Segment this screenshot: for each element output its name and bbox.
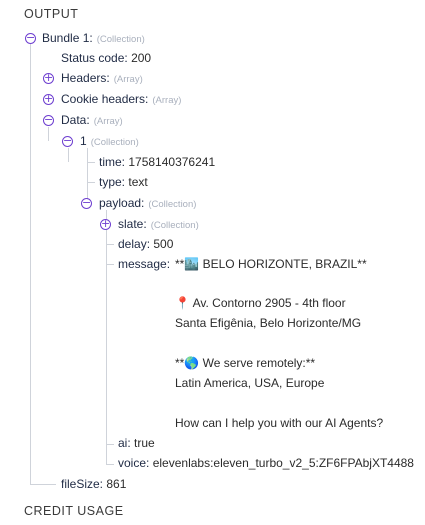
item-1-key: 1: [80, 134, 87, 148]
tree-line: [68, 148, 69, 162]
delay-key: delay:: [118, 237, 151, 251]
data-key: Data:: [61, 113, 90, 127]
cookie-headers-type: (Array): [152, 95, 182, 106]
minus-circle-icon[interactable]: −: [25, 32, 36, 44]
tree-line: [106, 264, 114, 265]
delay-value: 500: [153, 237, 174, 251]
message-key: message:: [118, 254, 170, 274]
message-line-3: Santa Efigênia, Belo Horizonte/MG: [175, 316, 362, 330]
slate-type: (Collection): [150, 220, 199, 231]
tree-line: [106, 244, 114, 245]
plus-circle-icon[interactable]: +: [43, 72, 54, 84]
status-row: Status code: 200: [61, 48, 151, 68]
data-type: (Array): [93, 116, 123, 127]
tree-line: [30, 44, 31, 485]
plus-circle-icon[interactable]: +: [43, 93, 54, 105]
tree-line: [106, 210, 107, 465]
headers-type: (Array): [113, 74, 143, 85]
headers-row: Headers: (Array): [61, 68, 143, 88]
delay-row: delay: 500: [118, 234, 173, 254]
time-row: time: 1758140376241: [99, 152, 215, 172]
tree-line: [48, 127, 49, 141]
tree-line: [87, 182, 95, 183]
time-key: time:: [99, 155, 126, 169]
slate-row: slate: (Collection): [118, 214, 199, 234]
voice-key: voice:: [118, 456, 150, 470]
type-value: text: [128, 175, 148, 189]
filesize-row: fileSize: 861: [61, 474, 126, 494]
data-row: Data: (Array): [61, 110, 123, 130]
ai-row: ai: true: [118, 433, 155, 453]
payload-row: payload: (Collection): [99, 193, 196, 213]
message-line-5: Latin America, USA, Europe: [175, 376, 325, 390]
minus-circle-icon[interactable]: −: [43, 114, 54, 126]
credit-usage-header: CREDIT USAGE: [24, 504, 124, 518]
voice-row: voice: elevenlabs:eleven_turbo_v2_5:ZF6F…: [118, 453, 414, 473]
message-line-6: How can I help you with our AI Agents?: [175, 416, 384, 430]
payload-type: (Collection): [148, 199, 197, 210]
filesize-value: 861: [106, 477, 127, 491]
minus-circle-icon[interactable]: −: [62, 135, 73, 147]
tree-line: [106, 464, 114, 465]
bundle-type: (Collection): [96, 34, 145, 45]
item-1-type: (Collection): [90, 137, 139, 148]
type-key: type:: [99, 175, 126, 189]
minus-circle-icon[interactable]: −: [81, 197, 92, 209]
payload-key: payload:: [99, 196, 145, 210]
cookie-headers-key: Cookie headers:: [61, 92, 149, 106]
status-value: 200: [131, 51, 152, 65]
bundle-row: Bundle 1: (Collection): [42, 28, 145, 48]
message-key-label: message:: [118, 257, 171, 271]
type-row: type: text: [99, 172, 148, 192]
message-line-1: **🏙️ BELO HORIZONTE, BRAZIL**: [175, 257, 367, 271]
ai-key: ai:: [118, 436, 131, 450]
ai-value: true: [134, 436, 155, 450]
status-key: Status code:: [61, 51, 128, 65]
tree-line: [30, 484, 56, 485]
tree-line: [106, 444, 114, 445]
message-line-4: **🌎 We serve remotely:**: [175, 356, 316, 370]
headers-key: Headers:: [61, 71, 110, 85]
message-line-2: 📍 Av. Contorno 2905 - 4th floor: [175, 296, 346, 310]
bundle-key: Bundle 1:: [42, 31, 93, 45]
time-value: 1758140376241: [128, 155, 216, 169]
tree-line: [87, 148, 88, 203]
item-1-row: 1 (Collection): [80, 131, 139, 151]
filesize-key: fileSize:: [61, 477, 104, 491]
cookie-headers-row: Cookie headers: (Array): [61, 89, 181, 109]
plus-circle-icon[interactable]: +: [100, 218, 111, 230]
slate-key: slate:: [118, 217, 147, 231]
voice-value: elevenlabs:eleven_turbo_v2_5:ZF6FPAbjXT4…: [152, 456, 414, 470]
tree-line: [87, 162, 95, 163]
output-header: OUTPUT: [24, 7, 79, 21]
